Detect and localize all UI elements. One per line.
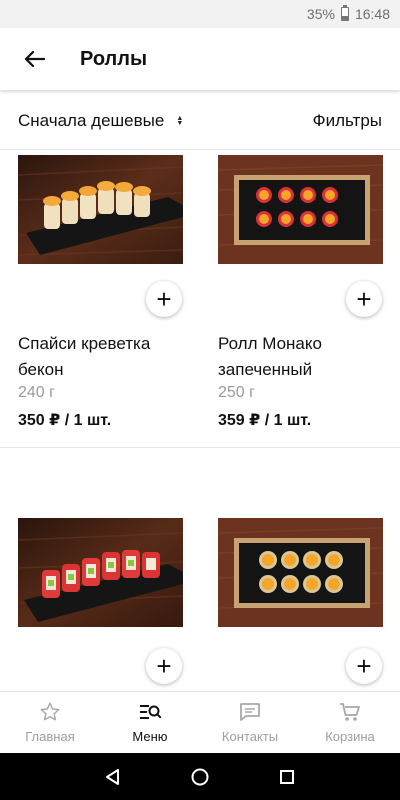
nav-item-menu[interactable]: Меню: [100, 692, 200, 753]
product-card[interactable]: +: [218, 518, 383, 688]
nav-item-home[interactable]: Главная: [0, 692, 100, 753]
nav-label: Корзина: [325, 729, 375, 744]
nav-item-contacts[interactable]: Контакты: [200, 692, 300, 753]
page-title: Роллы: [80, 47, 148, 70]
add-to-cart-button[interactable]: +: [346, 281, 382, 317]
plus-icon: +: [356, 284, 372, 314]
menu-search-icon: [138, 701, 162, 723]
plus-icon: +: [356, 651, 372, 681]
battery-percentage: 35%: [306, 6, 335, 22]
circle-home-icon: [191, 768, 209, 785]
arrow-left-icon: [24, 50, 45, 68]
status-bar: 35% 16:48: [0, 0, 400, 28]
add-to-cart-button[interactable]: +: [346, 648, 382, 684]
system-home-button[interactable]: [185, 762, 215, 792]
battery-icon: [340, 5, 349, 21]
nav-label: Главная: [25, 729, 75, 744]
product-name: Ролл Монако запеченный: [218, 334, 322, 379]
status-time: 16:48: [354, 6, 390, 22]
sort-select[interactable]: Сначала дешевые ▲ ▼: [18, 111, 183, 131]
product-weight: 250 г: [218, 384, 255, 401]
add-to-cart-button[interactable]: +: [146, 281, 182, 317]
product-image[interactable]: [218, 155, 383, 264]
product-image[interactable]: [218, 518, 383, 627]
back-button[interactable]: [12, 37, 56, 81]
sort-label: Сначала дешевые: [18, 110, 165, 130]
nav-item-cart[interactable]: Корзина: [300, 692, 400, 753]
chat-icon: [238, 701, 262, 723]
product-price: 350 ₽ / 1 шт.: [18, 412, 112, 429]
app-header: Роллы: [0, 28, 400, 90]
system-nav-bar: [0, 753, 400, 800]
bottom-nav: Главная Меню Контакты Корзина: [0, 691, 400, 753]
add-to-cart-button[interactable]: +: [146, 648, 182, 684]
product-card[interactable]: +: [18, 518, 183, 688]
square-recents-icon: [279, 769, 294, 784]
cart-icon: [338, 701, 362, 723]
plus-icon: +: [156, 284, 172, 314]
plus-icon: +: [156, 651, 172, 681]
product-price: 359 ₽ / 1 шт.: [218, 412, 312, 429]
sort-bar: Сначала дешевые ▲ ▼ Фильтры: [0, 92, 400, 150]
product-image[interactable]: [18, 155, 183, 264]
product-card[interactable]: + Ролл Монако запеченный 250 г 359 ₽ / 1…: [218, 155, 383, 445]
product-weight: 240 г: [18, 384, 55, 401]
system-recents-button[interactable]: [272, 762, 302, 792]
filters-button[interactable]: Фильтры: [313, 111, 382, 131]
product-card[interactable]: + Спайси креветка бекон 240 г 350 ₽ / 1 …: [18, 155, 183, 445]
triangle-back-icon: [106, 768, 120, 785]
product-grid: + Спайси креветка бекон 240 г 350 ₽ / 1 …: [0, 151, 400, 691]
system-back-button[interactable]: [98, 762, 128, 792]
star-icon: [39, 701, 61, 723]
product-image[interactable]: [18, 518, 183, 627]
row-divider: [0, 447, 400, 448]
sort-arrows-icon: ▲ ▼: [176, 114, 184, 127]
nav-label: Меню: [132, 729, 168, 744]
product-name: Спайси креветка бекон: [18, 334, 151, 379]
nav-label: Контакты: [221, 729, 279, 744]
